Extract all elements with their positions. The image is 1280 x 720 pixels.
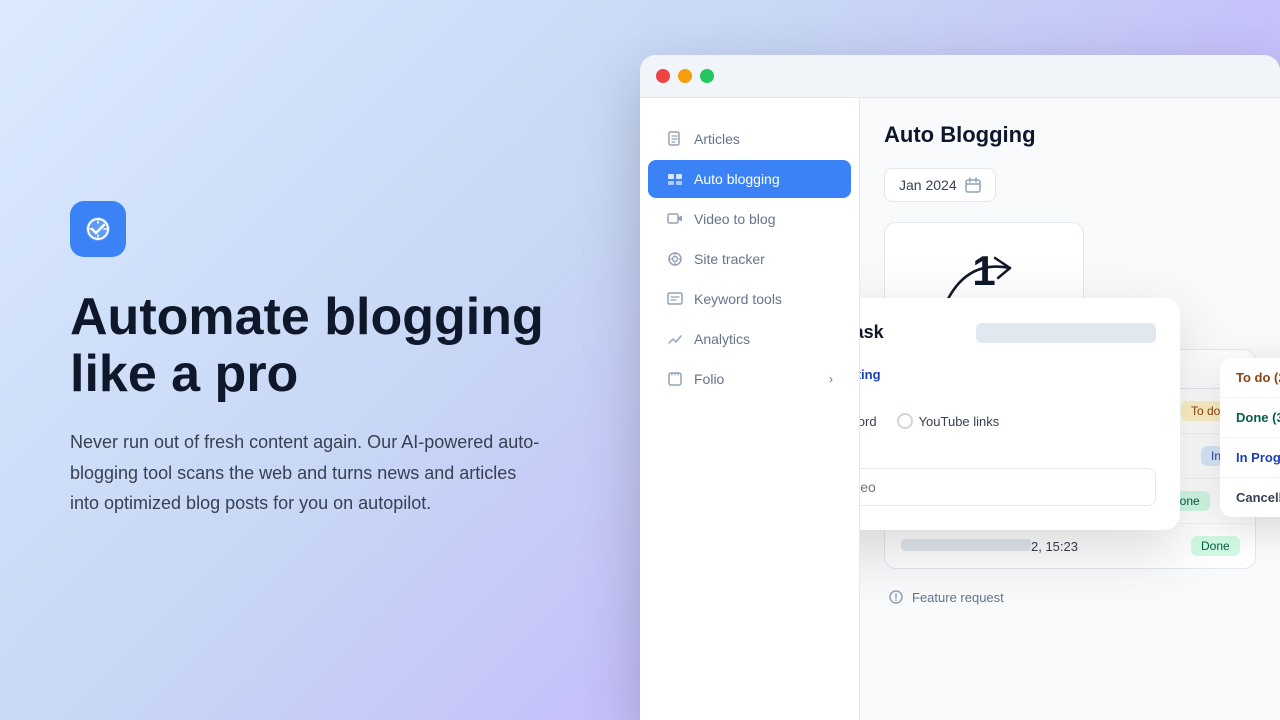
row-title-blur (901, 539, 1031, 554)
dropdown-item-done-label: Done (36) (1236, 410, 1280, 425)
dropdown-item-inprogress[interactable]: In Progress (8) (1220, 438, 1280, 478)
status-dropdown: To do (20) Done (36) In Progress (8) Can… (1220, 358, 1280, 517)
page-title: Auto Blogging (884, 122, 1256, 148)
sidebar-item-keyword-tools[interactable]: Keyword tools (648, 280, 851, 318)
youtube-radio[interactable]: YouTube links (897, 413, 1000, 429)
sidebar: Articles Auto blogging (640, 98, 860, 720)
folio-icon (666, 370, 684, 388)
blog-setting-label: Blog Setting (860, 367, 1156, 382)
browser-content: Articles Auto blogging (640, 98, 1280, 720)
calendar-icon (965, 177, 981, 193)
youtube-radio-dot (897, 413, 913, 429)
sidebar-item-auto-blogging[interactable]: Auto blogging (648, 160, 851, 198)
sidebar-item-folio-label: Folio (694, 371, 724, 387)
modal-title: Add Task (860, 322, 884, 343)
youtube-radio-label: YouTube links (919, 414, 1000, 429)
feature-request-label: Feature request (912, 590, 1004, 605)
headline: Automate blogging like a pro (70, 289, 560, 403)
maximize-button[interactable] (700, 69, 714, 83)
analytics-icon (666, 330, 684, 348)
tracker-icon (666, 250, 684, 268)
date-label: Jan 2024 (899, 177, 957, 193)
keyword-radio[interactable]: Keyword (860, 413, 877, 429)
stats-number: 1 (972, 247, 995, 295)
video-icon (666, 210, 684, 228)
sidebar-item-analytics-label: Analytics (694, 331, 750, 347)
sidebar-item-auto-blogging-label: Auto blogging (694, 171, 780, 187)
table-row: 2, 15:23 Done (885, 524, 1255, 568)
sidebar-item-site-tracker-label: Site tracker (694, 251, 765, 267)
blogging-icon (666, 170, 684, 188)
sidebar-item-articles-label: Articles (694, 131, 740, 147)
date-picker[interactable]: Jan 2024 (884, 168, 996, 202)
minimize-button[interactable] (678, 69, 692, 83)
chevron-right-icon: › (829, 372, 833, 386)
dropdown-item-cancelled-label: Cancelled (6) (1236, 490, 1280, 505)
keyword-icon (666, 290, 684, 308)
close-button[interactable] (656, 69, 670, 83)
logo (70, 201, 126, 257)
sidebar-item-analytics[interactable]: Analytics (648, 320, 851, 358)
browser-titlebar (640, 55, 1280, 98)
dropdown-item-inprogress-label: In Progress (8) (1236, 450, 1280, 465)
dropdown-item-todo-label: To do (20) (1236, 370, 1280, 385)
left-panel: Automate blogging like a pro Never run o… (0, 0, 620, 720)
status-badge: Done (1191, 536, 1256, 556)
main-content: Auto Blogging Jan 2024 1 To do (860, 98, 1280, 720)
sidebar-item-video-to-blog[interactable]: Video to blog (648, 200, 851, 238)
sidebar-item-keyword-label: Keyword tools (694, 291, 782, 307)
sidebar-item-articles[interactable]: Articles (648, 120, 851, 158)
dropdown-item-done[interactable]: Done (36) (1220, 398, 1280, 438)
subtext: Never run out of fresh content again. Ou… (70, 427, 550, 519)
modal-blurred-header (976, 323, 1156, 343)
dropdown-item-todo[interactable]: To do (20) (1220, 358, 1280, 398)
keyword-field-label: Keyword (860, 445, 1156, 460)
row-created-at: 2, 15:23 (1031, 539, 1191, 554)
sidebar-item-folio[interactable]: Folio › (648, 360, 851, 398)
keyword-radio-label: Keyword (860, 414, 877, 429)
browser-window: Articles Auto blogging (640, 55, 1280, 720)
sidebar-item-video-label: Video to blog (694, 211, 775, 227)
feature-request-icon (888, 589, 904, 605)
add-task-modal: Add Task Blog Setting Source Keyword You… (860, 298, 1180, 530)
keyword-input[interactable] (860, 468, 1156, 506)
source-label: Source (860, 390, 1156, 405)
sidebar-item-site-tracker[interactable]: Site tracker (648, 240, 851, 278)
source-radio-group: Keyword YouTube links (860, 413, 1156, 429)
file-icon (666, 130, 684, 148)
dropdown-item-cancelled[interactable]: Cancelled (6) (1220, 478, 1280, 517)
